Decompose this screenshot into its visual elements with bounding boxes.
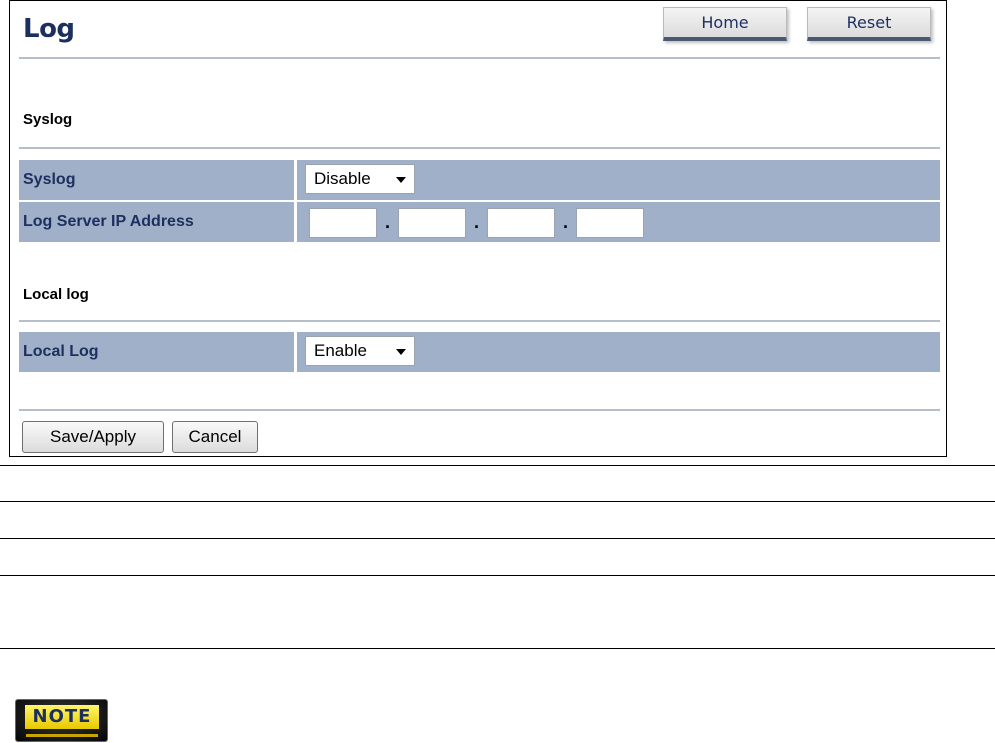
row-divider [294, 332, 297, 372]
local-log-select-value: Enable [314, 341, 367, 360]
syslog-select-value: Disable [314, 169, 371, 188]
row-divider [294, 160, 297, 200]
note-label: NOTE [25, 705, 99, 729]
ip-separator: . [474, 212, 480, 232]
ip-separator: . [563, 212, 569, 232]
home-button[interactable]: Home [663, 7, 787, 41]
title-divider [19, 57, 940, 59]
ip-octet-1-input[interactable] [309, 208, 377, 238]
log-server-ip-label: Log Server IP Address [23, 213, 194, 230]
local-log-label: Local Log [23, 343, 99, 360]
note-icon: NOTE [15, 699, 108, 742]
syslog-select[interactable]: Disable [305, 164, 415, 194]
row-divider [294, 202, 297, 242]
syslog-row: Syslog Disable [19, 160, 940, 200]
syslog-divider [19, 147, 940, 149]
cancel-button[interactable]: Cancel [172, 421, 258, 453]
select-arrow-icon [396, 349, 406, 355]
log-server-ip-row: Log Server IP Address . . . [19, 202, 940, 242]
syslog-section-heading: Syslog [23, 111, 73, 128]
log-settings-panel: Log Home Reset Syslog Syslog Disable Log… [9, 0, 947, 457]
reset-button[interactable]: Reset [807, 7, 931, 41]
table-rule [0, 465, 995, 466]
page-title: Log [23, 14, 75, 44]
save-apply-button[interactable]: Save/Apply [22, 421, 164, 453]
local-log-row: Local Log Enable [19, 332, 940, 372]
note-underline [26, 734, 98, 737]
table-rule [0, 501, 995, 502]
select-arrow-icon [396, 177, 406, 183]
local-log-divider [19, 320, 940, 322]
table-rule [0, 648, 995, 649]
ip-octet-3-input[interactable] [487, 208, 555, 238]
table-rule [0, 538, 995, 539]
local-log-select[interactable]: Enable [305, 336, 415, 366]
ip-octet-4-input[interactable] [576, 208, 644, 238]
ip-octet-2-input[interactable] [398, 208, 466, 238]
syslog-label: Syslog [23, 171, 76, 188]
actions-divider [19, 409, 940, 411]
local-log-section-heading: Local log [23, 286, 89, 303]
ip-separator: . [385, 212, 391, 232]
table-rule [0, 575, 995, 576]
